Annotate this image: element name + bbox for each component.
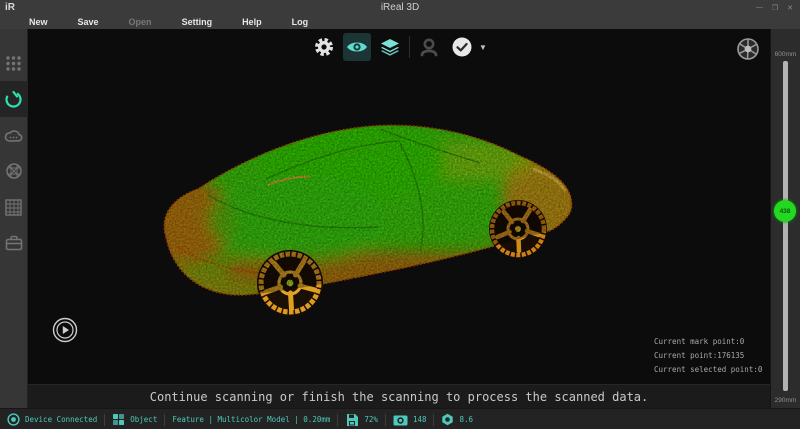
distance-slider-panel: 600mm 438 290mm: [770, 29, 800, 408]
distance-slider-track[interactable]: [783, 61, 788, 391]
visibility-eye-button[interactable]: [343, 33, 371, 61]
scan-mode-group[interactable]: Object: [105, 413, 164, 426]
stat-selected-point: Current selected point:0: [654, 365, 762, 374]
sidebar-item-scan-mode[interactable]: [0, 81, 28, 117]
sidebar-item-project-toolbox[interactable]: [0, 225, 28, 261]
sidebar-item-cloud-process[interactable]: [0, 117, 28, 153]
slider-min-label: 290mm: [771, 397, 800, 404]
settings-gear-button[interactable]: [310, 33, 338, 61]
stat-mark-point: Current mark point:0: [654, 337, 762, 346]
storage-group: 72%: [338, 413, 385, 427]
avatar-person-icon: [419, 37, 439, 57]
device-status-group: Device Connected: [0, 413, 104, 426]
titlebar: iR iReal 3D — ❐ ✕: [0, 0, 800, 15]
capture-aperture-button[interactable]: [736, 37, 760, 66]
disk-icon: [345, 413, 359, 427]
left-sidebar: [0, 29, 28, 408]
avatar-button[interactable]: [415, 33, 443, 61]
layers-icon: [379, 38, 401, 56]
frame-count: 148: [413, 415, 427, 424]
gear-icon: [313, 36, 335, 58]
briefcase-icon: [5, 235, 23, 251]
statusbar: Device Connected Object Feature | Multic…: [0, 408, 800, 429]
menu-open: Open: [114, 15, 167, 29]
check-circle-icon: [451, 36, 473, 58]
sidebar-item-mesh-model[interactable]: [0, 153, 28, 189]
cloud-icon: [4, 128, 23, 143]
device-status-icon: [7, 413, 20, 426]
stat-current-point: Current point:176135: [654, 351, 762, 360]
model-icon: [112, 413, 125, 426]
menu-log[interactable]: Log: [277, 15, 324, 29]
mesh-sphere-icon: [5, 162, 23, 180]
frame-rate: 8.6: [459, 415, 473, 424]
hint-message-bar: Continue scanning or finish the scanning…: [28, 384, 770, 408]
device-status-label: Device Connected: [25, 415, 97, 424]
hint-message: Continue scanning or finish the scanning…: [150, 390, 649, 404]
window-title: iReal 3D: [0, 2, 800, 13]
sidebar-item-apps-grid[interactable]: [0, 45, 28, 81]
menubar: New Save Open Setting Help Log: [0, 15, 800, 29]
confirm-check-button[interactable]: [448, 33, 476, 61]
toolbar-divider: [409, 36, 410, 58]
apps-grid-icon: [5, 55, 22, 72]
camera-icon: [393, 414, 408, 426]
menu-save[interactable]: Save: [63, 15, 114, 29]
scan-mode-label: Object: [130, 415, 157, 424]
scan-power-icon: [4, 90, 23, 109]
frame-rate-group: 8.6: [434, 413, 480, 426]
menu-new[interactable]: New: [14, 15, 63, 29]
scan-stats: Current mark point:0 Current point:17613…: [654, 337, 762, 374]
storage-percent: 72%: [364, 415, 378, 424]
layers-button[interactable]: [376, 33, 404, 61]
distance-slider-handle[interactable]: 438: [774, 200, 796, 222]
ireal3d-window: iR iReal 3D — ❐ ✕ New Save Open Setting …: [0, 0, 800, 429]
scan-viewport[interactable]: ▼: [28, 29, 770, 384]
chevron-down-icon[interactable]: ▼: [479, 43, 487, 52]
scan-settings-group: Feature | Multicolor Model | 0.20mm: [165, 415, 337, 424]
scan-settings-label: Feature | Multicolor Model | 0.20mm: [172, 415, 330, 424]
aperture-icon: [736, 37, 760, 61]
menu-setting[interactable]: Setting: [167, 15, 228, 29]
grid-icon: [5, 199, 22, 216]
frame-count-group: 148: [386, 414, 434, 426]
viewport-toolbar: ▼: [310, 33, 487, 61]
sidebar-item-texture-grid[interactable]: [0, 189, 28, 225]
menu-help[interactable]: Help: [227, 15, 277, 29]
slider-value: 438: [780, 208, 791, 215]
replay-play-button[interactable]: [52, 317, 78, 348]
slider-max-label: 600mm: [771, 51, 800, 58]
scanned-car-pointcloud: [148, 99, 578, 329]
fps-hex-icon: [441, 413, 454, 426]
play-icon: [52, 317, 78, 343]
eye-icon: [345, 39, 369, 55]
